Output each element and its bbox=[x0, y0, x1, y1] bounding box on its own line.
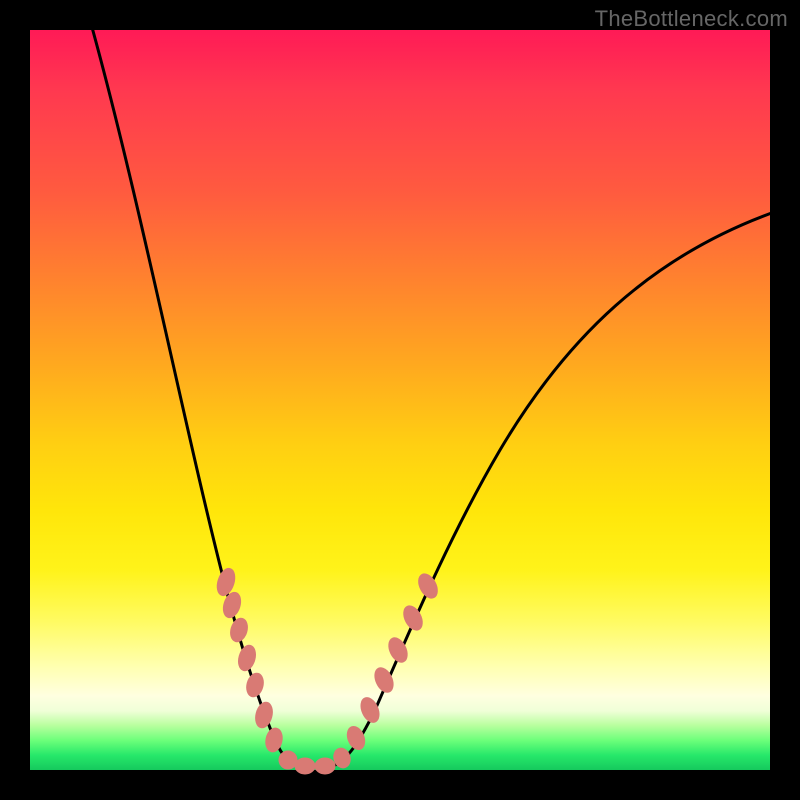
marker-group bbox=[214, 566, 441, 774]
curve-layer bbox=[30, 30, 770, 770]
left-curve bbox=[90, 20, 302, 767]
right-curve bbox=[330, 210, 780, 767]
chart-container: TheBottleneck.com bbox=[0, 0, 800, 800]
watermark-text: TheBottleneck.com bbox=[595, 6, 788, 32]
plot-area bbox=[30, 30, 770, 770]
